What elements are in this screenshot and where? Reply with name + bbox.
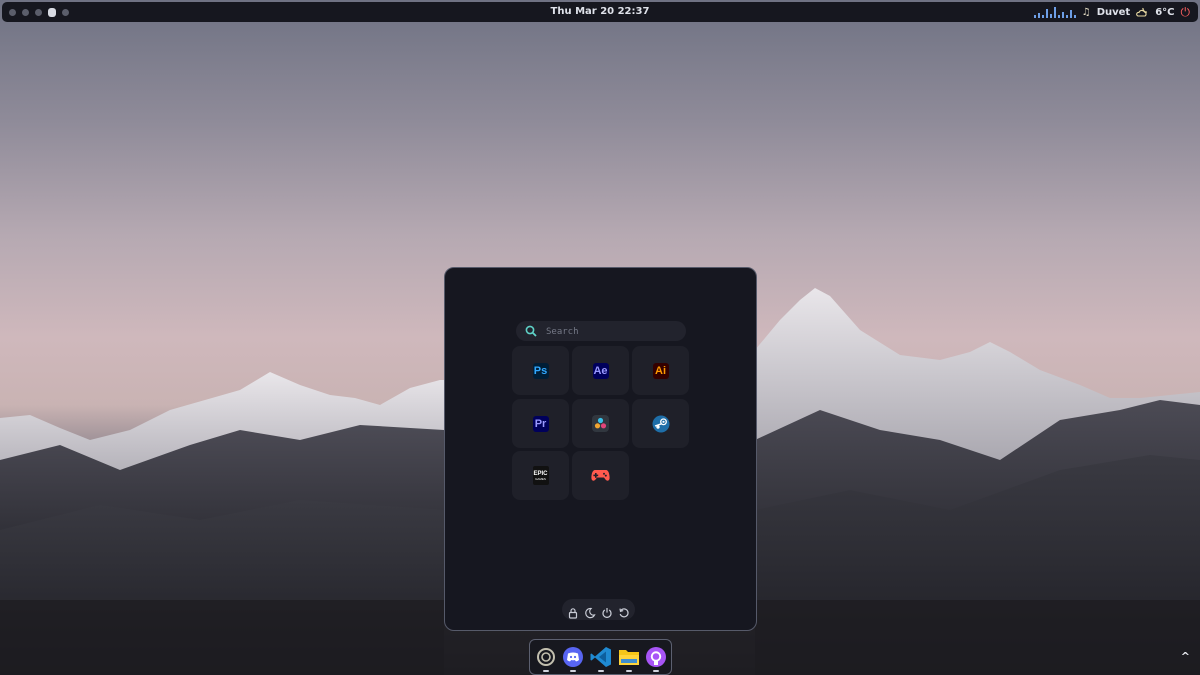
github-icon — [646, 647, 666, 667]
gamepad-icon — [591, 470, 610, 481]
sleep-moon-icon[interactable] — [584, 604, 596, 618]
power-actions — [562, 599, 635, 620]
dock-item-github[interactable] — [645, 646, 667, 672]
discord-icon — [563, 647, 583, 667]
app-tile-game-launcher[interactable] — [572, 451, 629, 500]
top-bar: Thu Mar 20 22:37 ♫ Duvet 6°C ⏻ — [2, 2, 1198, 22]
photoshop-icon: Ps — [532, 362, 549, 379]
search-bar[interactable] — [516, 321, 686, 341]
davinci-resolve-icon — [592, 415, 609, 432]
app-tile-steam[interactable] — [632, 399, 689, 448]
power-icon[interactable]: ⏻ — [1181, 5, 1191, 20]
vscode-icon — [590, 647, 611, 667]
dock-item-vscode[interactable] — [590, 646, 612, 672]
epic-sublabel: GAMES — [535, 476, 546, 481]
app-launcher: Ps Ae Ai Pr — [444, 267, 757, 631]
search-icon — [525, 325, 537, 337]
dock — [529, 639, 672, 675]
epic-games-icon: EPIC GAMES — [532, 466, 549, 485]
app-tile-after-effects[interactable]: Ae — [572, 346, 629, 395]
dock-item-discord[interactable] — [562, 646, 584, 672]
music-note-icon[interactable]: ♫ — [1082, 7, 1091, 18]
app-tile-premiere-pro[interactable]: Pr — [512, 399, 569, 448]
lock-icon[interactable] — [567, 604, 579, 619]
premiere-pro-icon: Pr — [532, 415, 549, 432]
power-icon[interactable] — [601, 604, 613, 618]
dock-item-files[interactable] — [618, 646, 640, 672]
files-folder-icon — [619, 650, 639, 665]
music-title[interactable]: Duvet — [1097, 7, 1131, 18]
clock[interactable]: Thu Mar 20 22:37 — [2, 6, 1198, 17]
steam-icon — [652, 415, 669, 432]
cloud-moon-icon[interactable] — [1136, 7, 1149, 17]
dock-item-launcher[interactable] — [535, 646, 557, 672]
audio-visualizer — [1033, 6, 1076, 18]
search-input[interactable] — [544, 324, 683, 340]
app-tile-illustrator[interactable]: Ai — [632, 346, 689, 395]
chevron-up-icon[interactable]: ^ — [1181, 650, 1190, 663]
launcher-circle-icon — [537, 648, 555, 666]
illustrator-icon: Ai — [652, 362, 669, 379]
system-tray: ♫ Duvet 6°C ⏻ — [1033, 5, 1191, 20]
weather-temperature[interactable]: 6°C — [1155, 7, 1174, 18]
app-tile-davinci-resolve[interactable] — [572, 399, 629, 448]
after-effects-icon: Ae — [592, 362, 609, 379]
app-tile-photoshop[interactable]: Ps — [512, 346, 569, 395]
app-tile-epic-games[interactable]: EPIC GAMES — [512, 451, 569, 500]
restart-icon[interactable] — [618, 604, 630, 617]
